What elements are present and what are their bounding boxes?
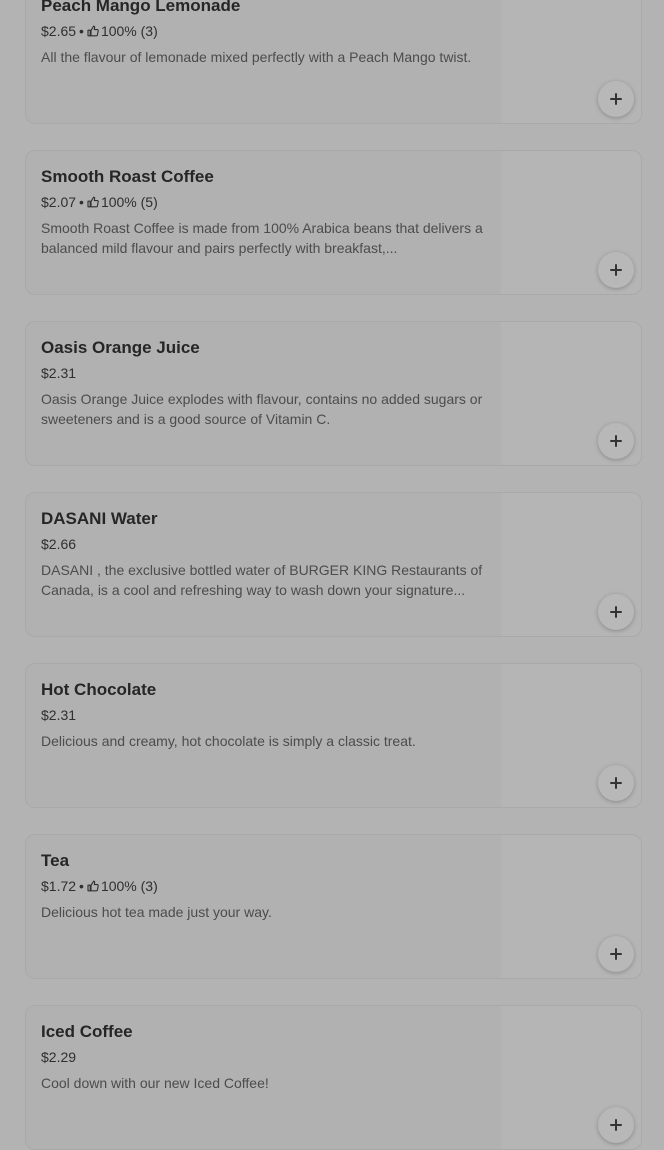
plus-icon xyxy=(610,1119,622,1131)
item-description: Delicious and creamy, hot chocolate is s… xyxy=(41,733,416,749)
menu-item-card[interactable]: Tea $1.72 • 100% (3) Delicious hot tea mad… xyxy=(25,834,642,979)
item-description: Cool down with our new Iced Coffee! xyxy=(41,1075,269,1091)
item-name: Iced Coffee xyxy=(41,1022,133,1041)
add-item-button[interactable] xyxy=(598,594,634,630)
menu-item-card[interactable]: DASANI Water $2.66 DASANI , the exclusiv… xyxy=(25,492,642,637)
item-meta: $2.07 • 100% (5) xyxy=(41,194,158,211)
item-meta: $1.72 • 100% (3) xyxy=(41,878,158,895)
add-item-button[interactable] xyxy=(598,765,634,801)
add-item-button[interactable] xyxy=(598,423,634,459)
item-price: $2.31 xyxy=(41,707,77,723)
item-description: All the flavour of lemonade mixed perfec… xyxy=(41,49,472,65)
item-name: Peach Mango Lemonade xyxy=(41,0,241,15)
item-name: Hot Chocolate xyxy=(41,680,157,699)
plus-icon xyxy=(610,93,622,105)
meta-separator: • xyxy=(79,194,84,210)
item-rating: 100% (3) xyxy=(100,23,158,39)
item-meta: $2.31 xyxy=(41,707,76,723)
item-price: $2.66 xyxy=(41,536,77,552)
item-rating: 100% (3) xyxy=(100,878,158,894)
item-price: $2.29 xyxy=(41,1049,77,1065)
item-price: $2.07 xyxy=(41,194,77,210)
menu-item-card[interactable]: Oasis Orange Juice $2.31 Oasis Orange Ju… xyxy=(25,321,642,466)
item-description: Delicious hot tea made just your way. xyxy=(41,904,272,920)
plus-icon xyxy=(610,606,622,618)
plus-icon xyxy=(610,264,622,276)
item-name: Tea xyxy=(41,851,70,870)
item-price: $2.65 xyxy=(41,23,77,39)
item-description: Smooth Roast Coffee is made from 100% Ar… xyxy=(41,220,483,256)
plus-icon xyxy=(610,435,622,447)
thumbs-up-icon xyxy=(87,879,99,895)
menu-item-card[interactable]: Hot Chocolate $2.31 Delicious and creamy… xyxy=(25,663,642,808)
item-description: DASANI , the exclusive bottled water of … xyxy=(41,562,483,598)
add-item-button[interactable] xyxy=(598,1107,634,1143)
add-item-button[interactable] xyxy=(598,81,634,117)
meta-separator: • xyxy=(79,23,84,39)
item-meta: $2.29 xyxy=(41,1049,76,1065)
item-description: Oasis Orange Juice explodes with flavour… xyxy=(41,391,483,427)
menu-item-card[interactable]: Smooth Roast Coffee $2.07 • 100% (5) Smoot… xyxy=(25,150,642,295)
add-item-button[interactable] xyxy=(598,936,634,972)
item-meta: $2.65 • 100% (3) xyxy=(41,23,158,40)
item-meta: $2.31 xyxy=(41,365,76,381)
item-name: Oasis Orange Juice xyxy=(41,338,200,357)
menu-item-card[interactable]: Peach Mango Lemonade $2.65 • 100% (3) All … xyxy=(25,0,642,124)
item-price: $1.72 xyxy=(41,878,77,894)
item-price: $2.31 xyxy=(41,365,77,381)
thumbs-up-icon xyxy=(87,195,99,211)
item-name: Smooth Roast Coffee xyxy=(41,167,214,186)
thumbs-up-icon xyxy=(87,24,99,40)
add-item-button[interactable] xyxy=(598,252,634,288)
item-name: DASANI Water xyxy=(41,509,158,528)
menu-item-card[interactable]: Iced Coffee $2.29 Cool down with our new… xyxy=(25,1005,642,1150)
plus-icon xyxy=(610,948,622,960)
meta-separator: • xyxy=(79,878,84,894)
item-meta: $2.66 xyxy=(41,536,76,552)
item-rating: 100% (5) xyxy=(100,194,158,210)
plus-icon xyxy=(610,777,622,789)
